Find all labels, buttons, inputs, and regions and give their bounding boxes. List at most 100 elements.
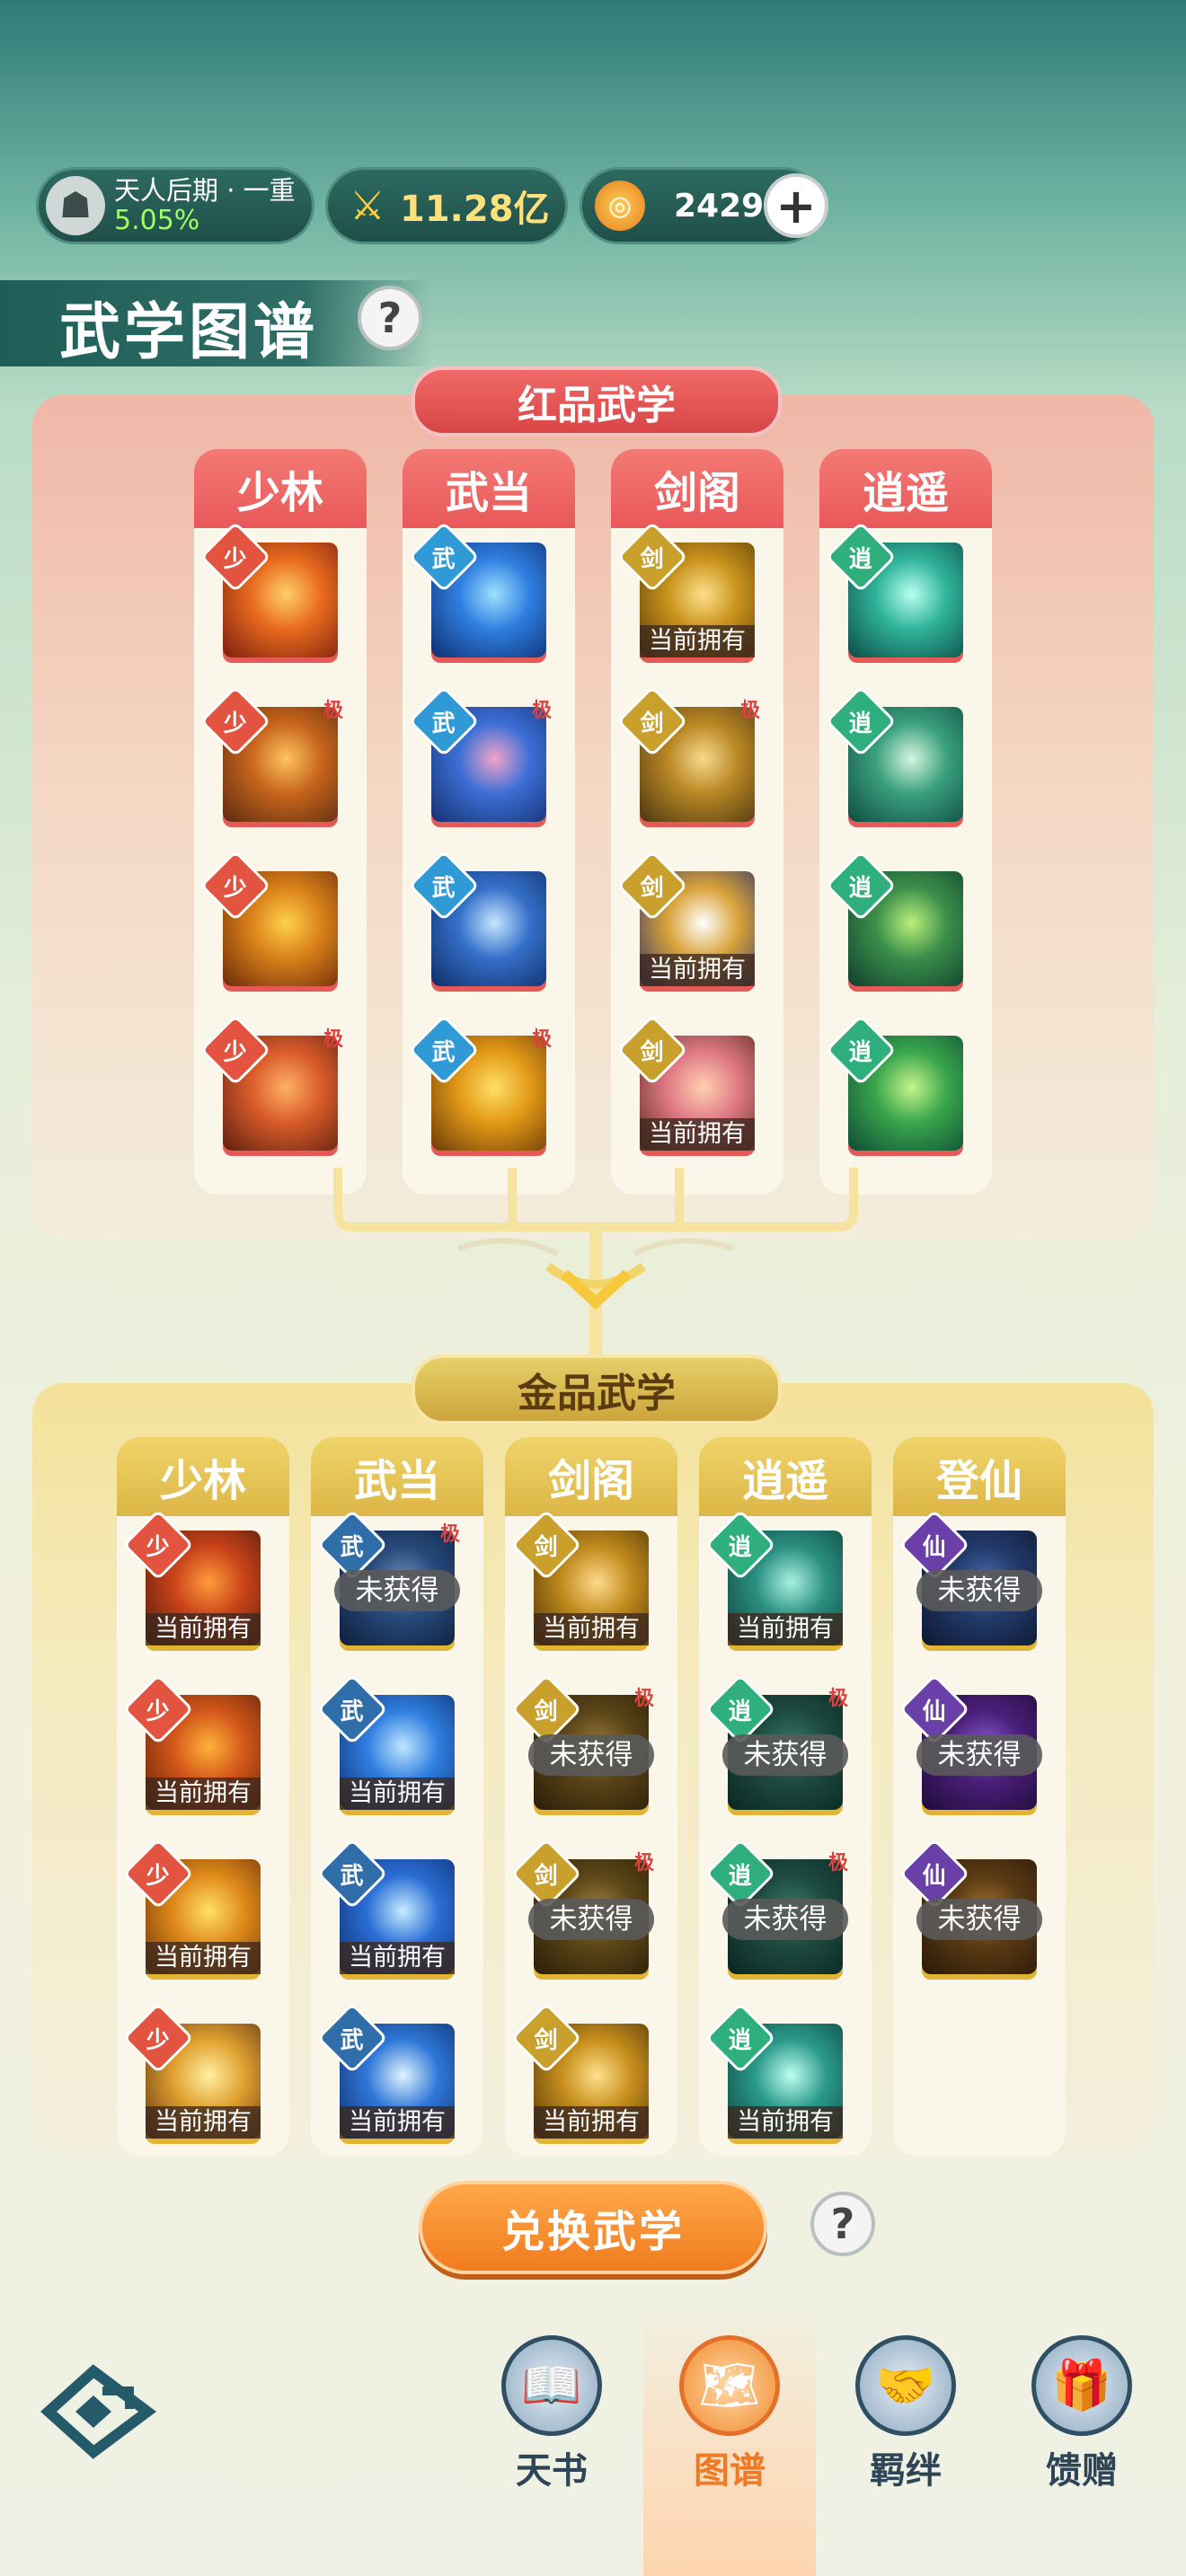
skill-tile[interactable]: 逍当前拥有 bbox=[704, 1509, 843, 1656]
sect-badge-glyph: 剑 bbox=[640, 874, 665, 902]
skill-tile[interactable]: 逍当前拥有 bbox=[704, 2002, 843, 2149]
skill-tile[interactable]: 少当前拥有 bbox=[122, 1838, 261, 1985]
max-grade-mark: 极 bbox=[323, 700, 343, 722]
skill-tile[interactable]: 逍 bbox=[825, 521, 963, 668]
cultivation-rank-pill[interactable]: ☗ 天人后期 · 一重 5.05% bbox=[36, 167, 314, 244]
sect-column-0: 少林少少极少少极 bbox=[194, 449, 367, 1195]
owned-label: 当前拥有 bbox=[146, 1613, 261, 1645]
sect-column-header: 少林 bbox=[117, 1437, 289, 1516]
owned-label: 当前拥有 bbox=[146, 1778, 261, 1810]
skill-tile[interactable]: 少 bbox=[199, 850, 338, 997]
skill-tile[interactable]: 剑当前拥有 bbox=[616, 521, 755, 668]
owned-label: 当前拥有 bbox=[340, 1778, 455, 1810]
skill-tile[interactable]: 少当前拥有 bbox=[122, 1509, 261, 1656]
skill-tile[interactable]: 少当前拥有 bbox=[122, 1673, 261, 1821]
skill-tile[interactable]: 武 bbox=[408, 521, 546, 668]
currency-value: 2429 bbox=[674, 187, 765, 225]
skill-tile[interactable]: 剑 极未获得 bbox=[510, 1838, 654, 1985]
owned-label: 当前拥有 bbox=[340, 2106, 455, 2139]
skill-tile[interactable]: 武 极未获得 bbox=[316, 1509, 460, 1656]
skill-tile[interactable]: 武极 bbox=[408, 685, 552, 833]
sect-badge-glyph: 剑 bbox=[534, 2026, 559, 2054]
sect-column-3: 逍遥逍逍逍逍 bbox=[819, 449, 992, 1195]
sect-badge-glyph: 逍 bbox=[848, 1038, 873, 1066]
nav-tab-label: 天书 bbox=[516, 2450, 588, 2492]
skill-tile[interactable]: 仙未获得 bbox=[898, 1509, 1042, 1656]
sect-badge-glyph: 武 bbox=[340, 2026, 365, 2054]
skill-tile[interactable]: 剑极 bbox=[616, 685, 760, 833]
skill-tile[interactable]: 武当前拥有 bbox=[316, 2002, 455, 2149]
skill-tile[interactable]: 逍 极未获得 bbox=[704, 1838, 848, 1985]
skill-tile[interactable]: 少当前拥有 bbox=[122, 2002, 261, 2149]
sect-badge-glyph: 逍 bbox=[848, 710, 873, 737]
skill-tile[interactable]: 剑当前拥有 bbox=[616, 1014, 755, 1161]
nav-tab-label: 图谱 bbox=[694, 2450, 766, 2492]
sect-column-2: 剑阁剑当前拥有剑极剑当前拥有剑当前拥有 bbox=[611, 449, 783, 1195]
sect-badge-glyph: 仙 bbox=[922, 1533, 947, 1561]
sect-badge-glyph: 少 bbox=[146, 1862, 171, 1890]
skill-tile[interactable]: 逍 bbox=[825, 850, 963, 997]
sect-badge-glyph: 剑 bbox=[640, 1038, 665, 1066]
sect-column-header: 少林 bbox=[194, 449, 367, 528]
nav-tab-2[interactable]: 🤝 羁绊 bbox=[834, 2335, 978, 2497]
skill-tile[interactable]: 武极 bbox=[408, 1014, 552, 1161]
skill-tile[interactable]: 武 bbox=[408, 850, 546, 997]
nav-tab-1[interactable]: 🗺 图谱 bbox=[658, 2335, 801, 2497]
owned-label: 当前拥有 bbox=[728, 2106, 843, 2139]
skill-tile[interactable]: 少 bbox=[199, 521, 338, 668]
sect-badge-glyph: 武 bbox=[340, 1698, 365, 1725]
help-button[interactable]: ? bbox=[358, 286, 422, 350]
sect-badge-glyph: 少 bbox=[146, 1698, 171, 1725]
owned-label: 当前拥有 bbox=[534, 1613, 649, 1645]
sect-badge-glyph: 武 bbox=[431, 710, 456, 737]
sect-badge-glyph: 逍 bbox=[728, 2026, 753, 2054]
skill-tile[interactable]: 逍 bbox=[825, 685, 963, 833]
owned-label: 当前拥有 bbox=[640, 625, 755, 657]
skill-tile[interactable]: 仙未获得 bbox=[898, 1838, 1042, 1985]
skill-tile[interactable]: 少极 bbox=[199, 685, 343, 833]
game-logo-icon bbox=[40, 2364, 156, 2459]
sect-badge-glyph: 武 bbox=[431, 1038, 456, 1066]
sect-badge-glyph: 剑 bbox=[534, 1533, 559, 1561]
skill-tile[interactable]: 剑当前拥有 bbox=[616, 850, 755, 997]
sect-badge-glyph: 逍 bbox=[728, 1862, 753, 1890]
sect-badge-glyph: 剑 bbox=[534, 1698, 559, 1725]
sect-badge-glyph: 仙 bbox=[922, 1698, 947, 1725]
skill-tile[interactable]: 剑当前拥有 bbox=[510, 1509, 649, 1656]
max-grade-mark: 极 bbox=[828, 1852, 848, 1875]
nav-tab-label: 馈赠 bbox=[1046, 2450, 1118, 2492]
skill-tile[interactable]: 武当前拥有 bbox=[316, 1838, 455, 1985]
not-obtained-label: 未获得 bbox=[528, 1734, 654, 1776]
gold-grade-title: 金品武学 bbox=[412, 1354, 782, 1425]
nav-tab-0[interactable]: 📖 天书 bbox=[480, 2335, 624, 2497]
gift-icon: 🎁 bbox=[1031, 2335, 1132, 2436]
sect-badge-glyph: 逍 bbox=[728, 1533, 753, 1561]
not-obtained-label: 未获得 bbox=[916, 1899, 1042, 1940]
nav-tab-label: 羁绊 bbox=[870, 2450, 942, 2492]
skill-tile[interactable]: 少极 bbox=[199, 1014, 343, 1161]
skill-tile[interactable]: 逍 极未获得 bbox=[704, 1673, 848, 1821]
skill-tile[interactable]: 武当前拥有 bbox=[316, 1673, 455, 1821]
sect-badge-glyph: 逍 bbox=[728, 1698, 753, 1725]
exchange-help-button[interactable]: ? bbox=[810, 2192, 875, 2256]
skill-tile[interactable]: 逍 bbox=[825, 1014, 963, 1161]
combat-power-pill[interactable]: ⚔ 11.28亿 bbox=[325, 167, 568, 244]
skill-tile[interactable]: 剑 极未获得 bbox=[510, 1673, 654, 1821]
not-obtained-label: 未获得 bbox=[916, 1570, 1042, 1611]
skill-tile[interactable]: 仙未获得 bbox=[898, 1673, 1042, 1821]
nav-tab-3[interactable]: 🎁 馈赠 bbox=[1010, 2335, 1154, 2497]
sect-column-1: 武当武极未获得武当前拥有武当前拥有武当前拥有 bbox=[311, 1437, 483, 2156]
combat-power-value: 11.28亿 bbox=[400, 189, 550, 230]
currency-pill: ◎ 2429 + bbox=[580, 167, 828, 244]
sect-badge-glyph: 剑 bbox=[640, 710, 665, 737]
sect-column-header: 逍遥 bbox=[699, 1437, 872, 1516]
add-currency-button[interactable]: + bbox=[764, 173, 828, 238]
max-grade-mark: 极 bbox=[633, 1852, 654, 1875]
sect-column-header: 武当 bbox=[311, 1437, 483, 1516]
skill-tile[interactable]: 剑当前拥有 bbox=[510, 2002, 649, 2149]
owned-label: 当前拥有 bbox=[534, 2106, 649, 2139]
owned-label: 当前拥有 bbox=[728, 1613, 843, 1645]
exchange-skill-button[interactable]: 兑换武学 bbox=[419, 2181, 767, 2274]
sect-badge-glyph: 仙 bbox=[922, 1862, 947, 1890]
sect-badge-glyph: 少 bbox=[146, 1533, 171, 1561]
